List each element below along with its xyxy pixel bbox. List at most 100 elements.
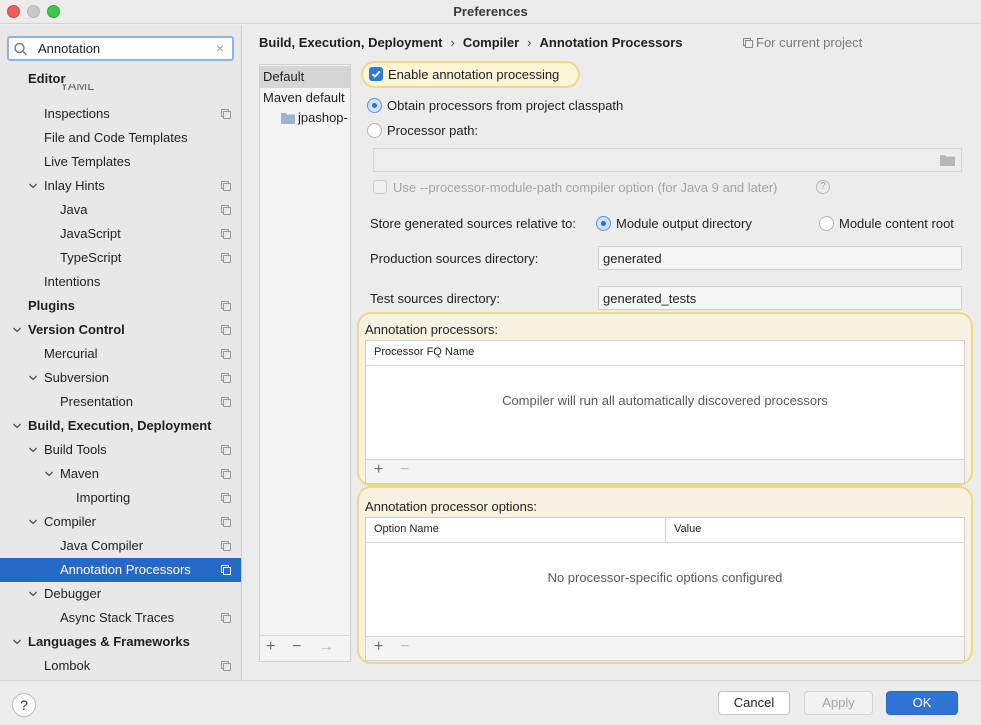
project-scope-icon [221,445,231,455]
project-scope-icon [221,397,231,407]
sidebar-item-label: Annotation Processors [60,562,191,577]
test-dir-value: generated_tests [603,291,697,306]
sidebar-item-async-stack-traces[interactable]: Async Stack Traces [0,606,241,630]
add-processor-button[interactable]: + [374,461,383,479]
breadcrumb-current: Annotation Processors [539,35,683,50]
add-option-button[interactable]: + [374,638,383,656]
chevron-down-icon[interactable] [28,181,38,191]
module-output-label: Module output directory [616,216,752,231]
project-scope-icon [221,325,231,335]
sidebar-item-label: Maven [60,466,100,481]
column-header[interactable]: Processor FQ Name [374,346,474,358]
sidebar-item-java[interactable]: Java [0,198,241,222]
sidebar-item-build-tools[interactable]: Build Tools [0,438,241,462]
apply-button[interactable]: Apply [804,691,873,715]
sidebar-item-debugger[interactable]: Debugger [0,582,241,606]
sidebar-item-presentation[interactable]: Presentation [0,390,241,414]
sidebar-item-inlay-hints[interactable]: Inlay Hints [0,174,241,198]
sidebar-item-maven[interactable]: Maven [0,462,241,486]
sidebar-item-label: Lombok [44,658,91,673]
profile-item-default[interactable]: Default [260,66,351,88]
sidebar-item-compiler[interactable]: Compiler [0,510,241,534]
sidebar-item-file-and-code-templates[interactable]: File and Code Templates [0,126,241,150]
sidebar-item-label: Presentation [60,394,133,409]
sidebar-item-live-templates[interactable]: Live Templates [0,150,241,174]
sidebar-item-label: Java [60,202,88,217]
module-output-radio[interactable] [596,216,611,231]
chevron-down-icon[interactable] [28,517,38,527]
project-scope-icon [221,229,231,239]
chevron-down-icon[interactable] [12,421,22,431]
sidebar-item-label: Intentions [44,274,101,289]
help-button[interactable]: ? [12,693,36,717]
sidebar-item-languages-frameworks[interactable]: Languages & Frameworks [0,630,241,654]
remove-option-button[interactable]: − [400,638,409,656]
module-content-root-radio[interactable] [819,216,834,231]
chevron-down-icon[interactable] [12,325,22,335]
folder-browse-icon[interactable] [940,154,956,166]
processor-path-field[interactable] [373,148,962,172]
obtain-from-classpath-radio[interactable] [367,98,382,113]
add-profile-button[interactable]: + [266,638,275,656]
sidebar-item-javascript[interactable]: JavaScript [0,222,241,246]
module-path-checkbox[interactable] [373,180,387,194]
sidebar-item-subversion[interactable]: Subversion [0,366,241,390]
sidebar-item-mercurial[interactable]: Mercurial [0,342,241,366]
remove-processor-button[interactable]: − [400,461,409,479]
project-scope-icon [743,38,753,48]
sidebar-item-label: YAML [60,84,95,93]
cancel-button[interactable]: Cancel [718,691,790,715]
clear-search-icon[interactable]: × [216,40,224,56]
column-header[interactable]: Value [674,523,701,535]
enable-annotation-checkbox[interactable] [369,67,383,81]
options-table-header: Option Name Value [366,518,964,543]
sidebar-item-yaml[interactable]: YAML [0,84,241,96]
project-scope-icon [221,661,231,671]
breadcrumb-part[interactable]: Build, Execution, Deployment [259,35,442,50]
test-dir-field[interactable]: generated_tests [598,286,962,310]
profile-item-maven-default[interactable]: Maven default [260,87,351,109]
processor-path-label: Processor path: [387,123,479,138]
help-icon[interactable]: ? [816,180,830,194]
sidebar-item-plugins[interactable]: Plugins [0,294,241,318]
page-header: Build, Execution, Deployment › Compiler › An… [243,25,981,58]
enable-annotation-label: Enable annotation processing [388,67,560,82]
sidebar-item-typescript[interactable]: TypeScript [0,246,241,270]
move-profile-button[interactable]: → [318,638,334,656]
sidebar-item-lombok[interactable]: Lombok [0,654,241,678]
sidebar-item-label: Inspections [44,106,110,121]
settings-search-field[interactable]: Annotation × [7,36,234,61]
project-scope-icon [221,493,231,503]
project-scope-icon [221,205,231,215]
column-header[interactable]: Option Name [374,523,439,535]
sidebar-item-version-control[interactable]: Version Control [0,318,241,342]
remove-profile-button[interactable]: − [292,638,301,656]
production-dir-field[interactable]: generated [598,246,962,270]
chevron-down-icon[interactable] [28,373,38,383]
processors-section-title: Annotation processors: [365,322,498,337]
sidebar-item-build-execution-deployment[interactable]: Build, Execution, Deployment [0,414,241,438]
processor-path-radio[interactable] [367,123,382,138]
sidebar-item-annotation-processors[interactable]: Annotation Processors [0,558,241,582]
breadcrumb-part[interactable]: Compiler [463,35,519,50]
search-input[interactable]: Annotation [38,41,100,56]
search-icon [14,42,27,56]
chevron-down-icon[interactable] [28,445,38,455]
chevron-down-icon[interactable] [12,637,22,647]
project-scope-icon [221,349,231,359]
chevron-down-icon[interactable] [44,469,54,479]
settings-sidebar: Annotation × Editor YAML Inspections File a… [0,25,242,680]
profile-item-module[interactable]: jpashop- [260,107,351,129]
scope-label: For current project [756,35,863,50]
test-dir-label: Test sources directory: [370,291,501,306]
sidebar-item-importing[interactable]: Importing [0,486,241,510]
sidebar-item-label: JavaScript [60,226,121,241]
breadcrumb: Build, Execution, Deployment › Compiler › An… [259,35,683,50]
chevron-down-icon[interactable] [28,589,38,599]
project-scope-icon [221,181,231,191]
sidebar-item-intentions[interactable]: Intentions [0,270,241,294]
sidebar-item-java-compiler[interactable]: Java Compiler [0,534,241,558]
ok-button[interactable]: OK [886,691,958,715]
sidebar-item-inspections[interactable]: Inspections [0,102,241,126]
column-divider[interactable] [665,518,666,543]
